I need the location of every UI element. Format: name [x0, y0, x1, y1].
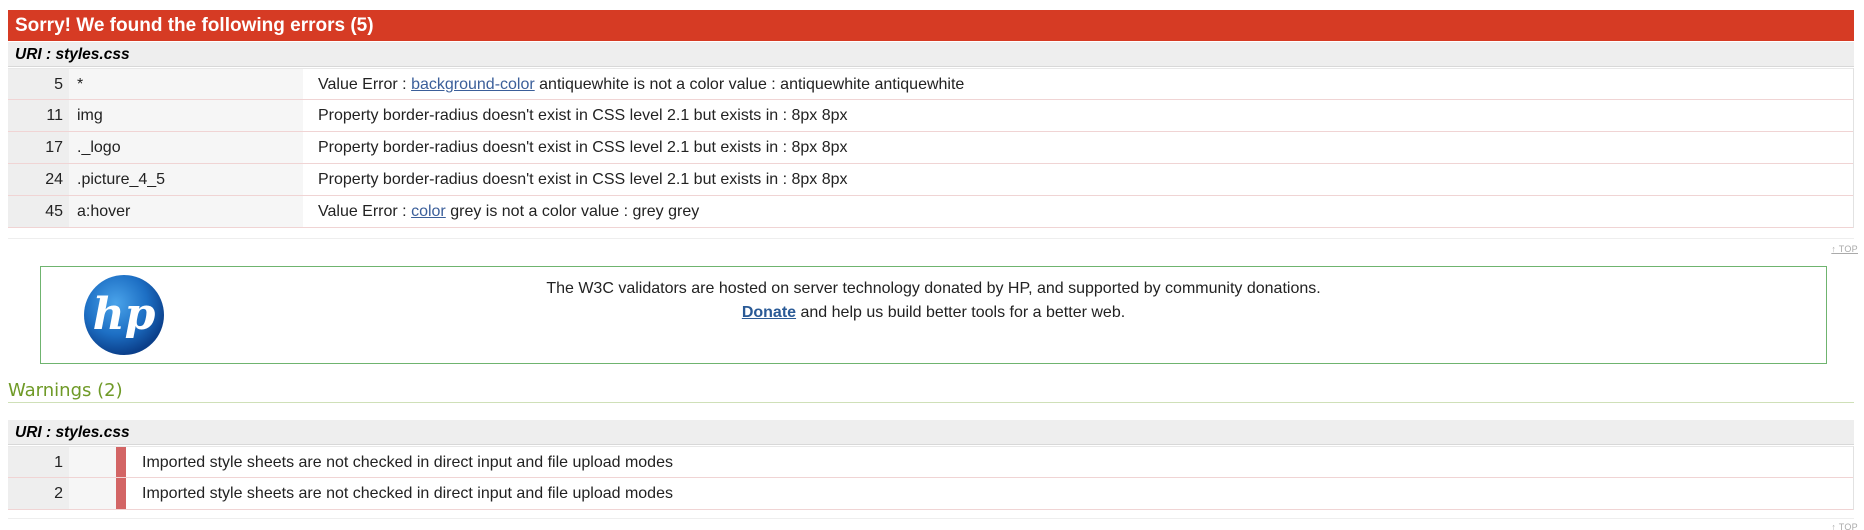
divider: [8, 238, 1854, 239]
donation-line-2-text: and help us build better tools for a bet…: [796, 304, 1126, 321]
message-suffix: grey is not a color value : grey grey: [445, 203, 700, 220]
errors-header: Sorry! We found the following errors (5): [8, 10, 1854, 41]
table-row: 24 .picture_4_5 Property border-radius d…: [8, 164, 1853, 196]
property-link[interactable]: color: [411, 203, 446, 220]
donation-box: hp The W3C validators are hosted on serv…: [40, 266, 1827, 364]
errors-uri-label: URI : styles.css: [8, 42, 1854, 67]
warnings-title: Warnings (2): [8, 381, 1854, 403]
context: *: [69, 69, 303, 99]
error-message: Property border-radius doesn't exist in …: [303, 164, 1853, 195]
error-message: Property border-radius doesn't exist in …: [303, 100, 1853, 131]
context: .picture_4_5: [69, 164, 303, 195]
warning-message: Imported style sheets are not checked in…: [142, 485, 673, 502]
table-row: 11 img Property border-radius doesn't ex…: [8, 100, 1853, 132]
context: [69, 447, 116, 477]
message-prefix: Value Error :: [318, 203, 412, 220]
warning-marker: [116, 447, 126, 477]
table-row: 1 Imported style sheets are not checked …: [8, 446, 1853, 478]
divider: [8, 518, 1854, 519]
message-prefix: Value Error :: [318, 76, 412, 93]
warning-message: Imported style sheets are not checked in…: [142, 454, 673, 471]
line-number: 1: [8, 447, 69, 477]
context: a:hover: [69, 196, 303, 227]
top-link[interactable]: ↑ TOP: [1831, 244, 1858, 254]
donation-line-1: The W3C validators are hosted on server …: [546, 280, 1321, 297]
warning-marker: [116, 478, 126, 509]
errors-table: 5 * Value Error : background-color antiq…: [8, 68, 1854, 228]
line-number: 11: [8, 100, 69, 131]
line-number: 24: [8, 164, 69, 195]
uri-text: URI : styles.css: [15, 424, 130, 441]
donate-link[interactable]: Donate: [742, 304, 796, 321]
table-row: 17 ._logo Property border-radius doesn't…: [8, 132, 1853, 164]
context: ._logo: [69, 132, 303, 163]
line-number: 45: [8, 196, 69, 227]
table-row: 2 Imported style sheets are not checked …: [8, 478, 1853, 510]
error-message: Value Error : background-color antiquewh…: [303, 69, 1853, 99]
uri-text: URI : styles.css: [15, 46, 130, 63]
donation-text: The W3C validators are hosted on server …: [41, 277, 1826, 325]
message-suffix: antiquewhite is not a color value : anti…: [534, 76, 965, 93]
table-row: 45 a:hover Value Error : color grey is n…: [8, 196, 1853, 228]
context: [69, 478, 116, 509]
property-link[interactable]: background-color: [411, 76, 535, 93]
table-row: 5 * Value Error : background-color antiq…: [8, 68, 1853, 100]
context: img: [69, 100, 303, 131]
line-number: 17: [8, 132, 69, 163]
error-message: Property border-radius doesn't exist in …: [303, 132, 1853, 163]
warnings-table: 1 Imported style sheets are not checked …: [8, 446, 1854, 510]
warnings-uri-label: URI : styles.css: [8, 420, 1854, 445]
line-number: 5: [8, 69, 69, 99]
line-number: 2: [8, 478, 69, 509]
top-link[interactable]: ↑ TOP: [1831, 522, 1858, 530]
donation-line-2: Donate and help us build better tools fo…: [41, 301, 1826, 325]
error-message: Value Error : color grey is not a color …: [303, 196, 1853, 227]
